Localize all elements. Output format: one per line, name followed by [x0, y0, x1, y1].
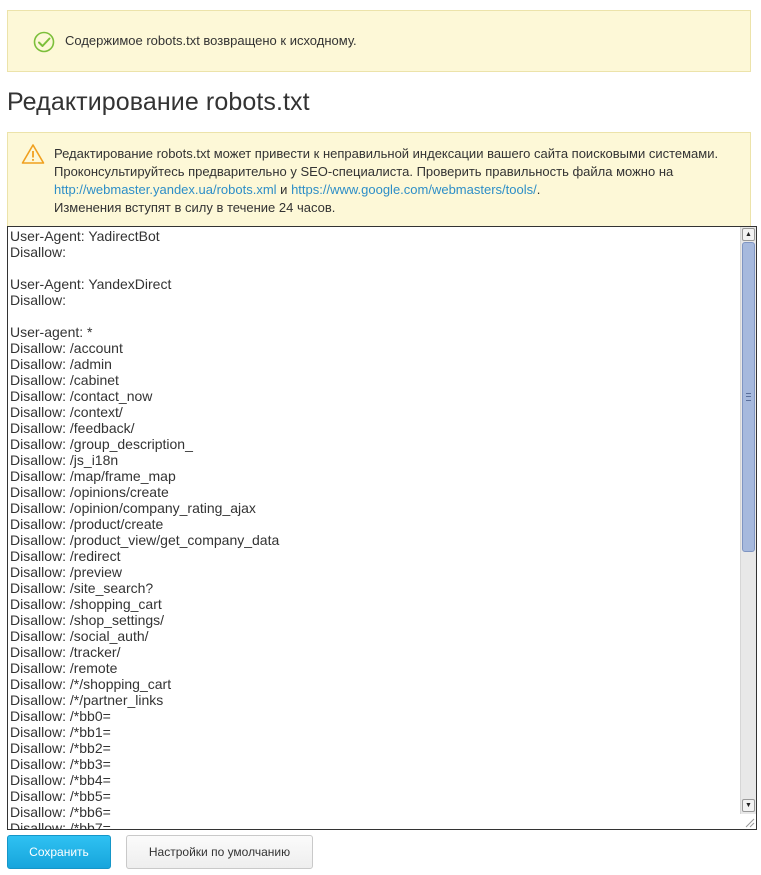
- resize-handle-icon[interactable]: [743, 816, 755, 828]
- default-settings-button[interactable]: Настройки по умолчанию: [126, 835, 313, 869]
- scrollbar-thumb[interactable]: [742, 242, 755, 552]
- scroll-up-arrow-icon[interactable]: ▲: [742, 228, 755, 241]
- save-button[interactable]: Сохранить: [7, 835, 111, 869]
- success-message: Содержимое robots.txt возвращено к исход…: [65, 33, 357, 48]
- success-alert: Содержимое robots.txt возвращено к исход…: [7, 10, 751, 72]
- check-circle-icon: [33, 31, 55, 53]
- robots-txt-content[interactable]: User-Agent: YadirectBot Disallow: User-A…: [8, 227, 281, 829]
- vertical-scrollbar[interactable]: ▲ ▼: [740, 227, 756, 814]
- google-webmaster-link[interactable]: https://www.google.com/webmasters/tools/: [291, 182, 537, 197]
- warning-line-4: Изменения вступят в силу в течение 24 ча…: [54, 200, 336, 215]
- and-text: и: [276, 182, 292, 197]
- period-text: .: [536, 182, 541, 197]
- warning-alert: Редактирование robots.txt может привести…: [7, 132, 751, 226]
- warning-line-2: Проконсультируйтесь предварительно у SEO…: [54, 164, 674, 179]
- warning-text: Редактирование robots.txt может привести…: [54, 145, 744, 217]
- scroll-down-arrow-icon[interactable]: ▼: [742, 799, 755, 812]
- page-title: Редактирование robots.txt: [7, 88, 310, 116]
- robots-txt-textarea[interactable]: User-Agent: YadirectBot Disallow: User-A…: [7, 226, 757, 830]
- yandex-webmaster-link[interactable]: http://webmaster.yandex.ua/robots.xml: [54, 182, 277, 197]
- warning-line-3: http://webmaster.yandex.ua/robots.xml и …: [54, 181, 744, 199]
- grip-icon: [746, 393, 751, 401]
- warning-line-1: Редактирование robots.txt может привести…: [54, 146, 719, 161]
- warning-triangle-icon: [21, 144, 45, 164]
